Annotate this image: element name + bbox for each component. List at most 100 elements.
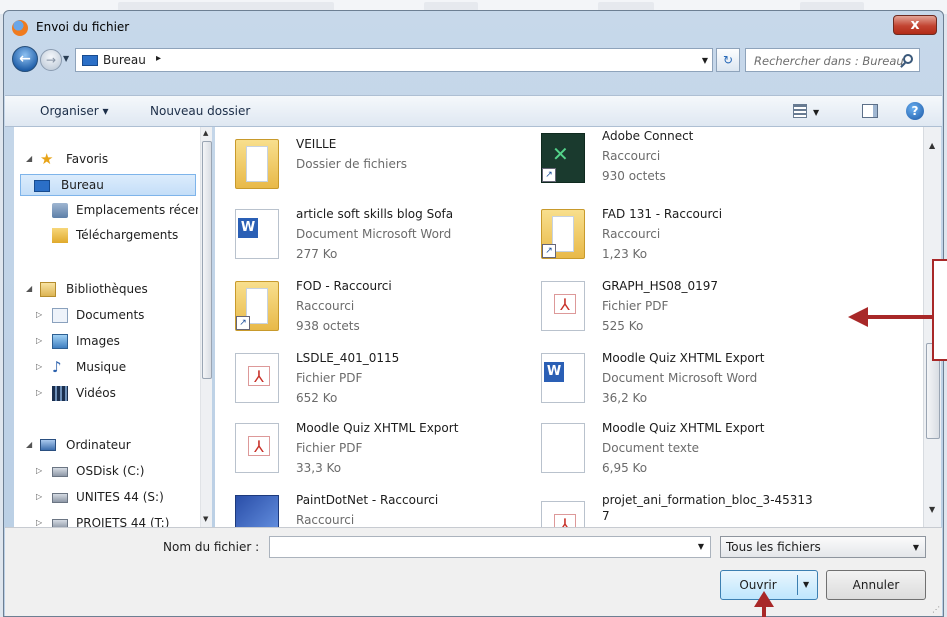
address-bar[interactable]: Bureau ▸ ▼ (75, 48, 713, 72)
sidebar-item-bibliotheques[interactable]: ◢ Bibliothèques (22, 279, 198, 301)
open-options-dropdown-icon[interactable]: ▼ (803, 580, 809, 589)
file-item[interactable]: Moodle Quiz XHTML Export Fichier PDF 33,… (235, 417, 565, 487)
file-item[interactable]: ↗ FAD 131 - Raccourci Raccourci 1,23 Ko (541, 203, 871, 273)
folder-icon (235, 139, 279, 189)
breadcrumb-bureau[interactable]: Bureau (103, 53, 146, 67)
desktop-icon (34, 180, 50, 192)
file-type: Raccourci (602, 227, 661, 241)
search-icon[interactable] (903, 54, 913, 64)
scroll-down-icon[interactable]: ▼ (203, 515, 208, 523)
title-bar[interactable]: Envoi du fichier x (4, 11, 943, 41)
file-item[interactable]: GRAPH_HS08_0197 Fichier PDF 525 Ko (541, 275, 871, 345)
network-drive-icon (52, 493, 68, 503)
dialog-footer: Nom du fichier : ▼ Tous les fichiers ▼ O… (5, 527, 942, 616)
cancel-button-label: Annuler (852, 578, 900, 592)
sidebar-item-images[interactable]: ▷ Images (22, 331, 198, 353)
file-size: 652 Ko (296, 391, 338, 405)
organize-menu[interactable]: Organiser ▾ (40, 104, 108, 118)
paintdotnet-shortcut-icon (235, 495, 279, 527)
file-type: Raccourci (602, 149, 661, 163)
breadcrumb-arrow-icon[interactable]: ▸ (156, 53, 161, 64)
network-drive-icon (52, 519, 68, 527)
sidebar-item-ordinateur[interactable]: ◢ Ordinateur (22, 435, 198, 457)
scroll-up-icon[interactable]: ▲ (203, 129, 208, 137)
sidebar-item-bureau[interactable]: Bureau (20, 174, 196, 196)
expand-arrow-icon[interactable]: ▷ (36, 388, 42, 397)
change-view-icon[interactable] (793, 104, 807, 118)
view-dropdown-icon[interactable]: ▼ (813, 108, 819, 117)
expand-arrow-icon[interactable]: ▷ (36, 310, 42, 319)
expand-arrow-icon[interactable]: ▷ (36, 362, 42, 371)
new-folder-button[interactable]: Nouveau dossier (150, 104, 250, 118)
firefox-icon (12, 20, 28, 36)
pdf-icon (541, 501, 585, 527)
shortcut-arrow-icon: ↗ (236, 316, 250, 330)
sidebar-scrollbar[interactable]: ▲ ▼ (200, 127, 212, 527)
scroll-down-icon[interactable]: ▼ (929, 505, 935, 514)
help-icon[interactable]: ? (906, 102, 924, 120)
sidebar-item-label: Images (76, 334, 120, 348)
sidebar-item-videos[interactable]: ▷ Vidéos (22, 383, 198, 405)
file-name: Moodle Quiz XHTML Export (602, 421, 765, 435)
file-item[interactable]: PaintDotNet - Raccourci Raccourci (235, 489, 565, 527)
file-item[interactable]: ↗ FOD - Raccourci Raccourci 938 octets (235, 275, 565, 345)
sidebar-item-osdisk[interactable]: ▷ OSDisk (C:) (22, 461, 198, 483)
sidebar-item-musique[interactable]: ▷ ♪ Musique (22, 357, 198, 379)
file-type: Raccourci (296, 513, 355, 527)
back-button[interactable]: ← (12, 46, 38, 72)
preview-pane-icon[interactable] (862, 104, 878, 118)
file-item[interactable]: Moodle Quiz XHTML Export Document Micros… (541, 347, 871, 417)
file-type: Document Microsoft Word (602, 371, 758, 385)
file-name: VEILLE (296, 137, 337, 151)
expand-arrow-icon[interactable]: ▷ (36, 336, 42, 345)
filetype-select[interactable]: Tous les fichiers ▼ (720, 536, 926, 558)
file-item[interactable]: ↗ Adobe Connect Raccourci 930 octets (541, 127, 871, 197)
expand-arrow-icon[interactable]: ▷ (36, 492, 42, 501)
file-name: Adobe Connect (602, 129, 694, 143)
file-name: GRAPH_HS08_0197 (602, 279, 719, 293)
cancel-button[interactable]: Annuler (826, 570, 926, 600)
file-name: FOD - Raccourci (296, 279, 392, 293)
open-button-label: Ouvrir (739, 578, 777, 592)
sidebar-item-label: Bureau (61, 178, 104, 192)
file-name: LSDLE_401_0115 (296, 351, 400, 365)
sidebar-item-unites-44[interactable]: ▷ UNITES 44 (S:) (22, 487, 198, 509)
text-document-icon (541, 423, 585, 473)
file-type: Document Microsoft Word (296, 227, 452, 241)
file-size: 930 octets (602, 169, 666, 183)
folder-shortcut-icon: ↗ (541, 209, 585, 259)
sidebar-item-projets-44[interactable]: ▷ PROJETS 44 (T:) (22, 513, 198, 527)
sidebar-item-emplacements-recents[interactable]: Emplacements récents (22, 200, 198, 222)
sidebar-item-favoris[interactable]: ◢ ★ Favoris (22, 149, 198, 171)
history-dropdown-icon[interactable]: ▼ (63, 54, 69, 63)
file-item[interactable]: article soft skills blog Sofa Document M… (235, 203, 565, 273)
file-item[interactable]: Moodle Quiz XHTML Export Document texte … (541, 417, 871, 487)
images-icon (52, 334, 68, 349)
sidebar-item-documents[interactable]: ▷ Documents (22, 305, 198, 327)
filename-label: Nom du fichier : (163, 540, 260, 554)
resize-grip-icon[interactable]: ⋰ (932, 605, 940, 614)
expand-arrow-icon[interactable]: ▷ (36, 518, 42, 527)
collapse-arrow-icon[interactable]: ◢ (26, 154, 32, 163)
navigation-bar: ← → ▼ Bureau ▸ ▼ ↻ Rechercher dans : Bur… (4, 43, 943, 73)
filename-input[interactable]: ▼ (269, 536, 711, 558)
word-document-icon (235, 209, 279, 259)
refresh-button[interactable]: ↻ (716, 48, 740, 72)
filename-dropdown-icon[interactable]: ▼ (698, 542, 704, 551)
collapse-arrow-icon[interactable]: ◢ (26, 284, 32, 293)
file-item[interactable]: projet_ani_formation_bloc_3-45313 7 (541, 489, 871, 527)
search-placeholder: Rechercher dans : Bureau (754, 54, 904, 68)
collapse-arrow-icon[interactable]: ◢ (26, 440, 32, 449)
close-button[interactable]: x (893, 15, 937, 35)
search-input[interactable]: Rechercher dans : Bureau (745, 48, 920, 72)
sidebar-scroll-thumb[interactable] (202, 141, 212, 379)
forward-button[interactable]: → (40, 49, 62, 71)
expand-arrow-icon[interactable]: ▷ (36, 466, 42, 475)
file-item[interactable]: VEILLE Dossier de fichiers (235, 133, 565, 203)
command-toolbar: Organiser ▾ Nouveau dossier ▼ ? (5, 95, 942, 127)
address-dropdown-icon[interactable]: ▼ (702, 56, 708, 65)
file-item[interactable]: LSDLE_401_0115 Fichier PDF 652 Ko (235, 347, 565, 417)
file-name: Moodle Quiz XHTML Export (296, 421, 459, 435)
sidebar-item-telechargements[interactable]: Téléchargements (22, 225, 198, 247)
scroll-up-icon[interactable]: ▲ (929, 141, 935, 150)
